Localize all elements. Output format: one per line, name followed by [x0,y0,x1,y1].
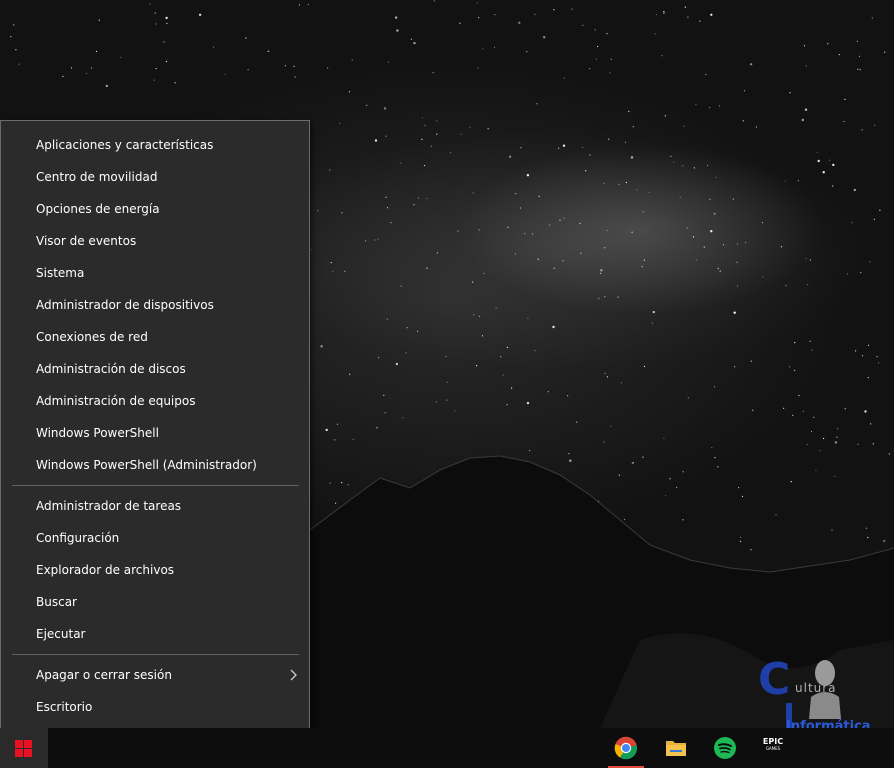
menu-item-administrador-de-tareas[interactable]: Administrador de tareas [2,490,308,522]
menu-item-label: Administración de equipos [36,394,196,408]
menu-item-ejecutar[interactable]: Ejecutar [2,618,308,650]
menu-item-visor-de-eventos[interactable]: Visor de eventos [2,225,308,257]
start-button[interactable] [0,728,48,768]
menu-item-label: Ejecutar [36,627,86,641]
menu-item-buscar[interactable]: Buscar [2,586,308,618]
watermark-face-icon [809,660,841,719]
taskbar: EPIC GAMES [0,728,894,768]
menu-item-label: Administrador de tareas [36,499,182,513]
menu-item-label: Opciones de energía [36,202,160,216]
spotify-icon [714,737,736,759]
menu-item-label: Windows PowerShell [36,426,159,440]
menu-separator [12,654,299,655]
menu-item-windows-powershell[interactable]: Windows PowerShell [2,417,308,449]
menu-item-label: Escritorio [36,700,93,714]
menu-item-label: Sistema [36,266,85,280]
menu-item-label: Visor de eventos [36,234,137,248]
winx-context-menu: Aplicaciones y características Centro de … [0,120,310,733]
epic-label: EPIC [762,737,784,746]
chevron-right-icon [290,669,297,681]
menu-separator [12,485,299,486]
menu-item-windows-powershell-administrador[interactable]: Windows PowerShell (Administrador) [2,449,308,481]
watermark-letter: C [758,654,791,705]
windows-logo-icon [15,740,32,757]
menu-item-aplicaciones-y-caracteristicas[interactable]: Aplicaciones y características [2,129,308,161]
menu-item-label: Apagar o cerrar sesión [36,668,172,682]
menu-item-explorador-de-archivos[interactable]: Explorador de archivos [2,554,308,586]
menu-item-administracion-de-equipos[interactable]: Administración de equipos [2,385,308,417]
menu-item-sistema[interactable]: Sistema [2,257,308,289]
folder-icon [666,741,686,756]
taskbar-app-spotify[interactable] [705,728,745,768]
menu-item-label: Configuración [36,531,120,545]
chrome-icon [614,736,638,760]
menu-item-label: Windows PowerShell (Administrador) [36,458,257,472]
taskbar-app-chrome[interactable] [606,728,646,768]
taskbar-app-epic-games[interactable]: EPIC GAMES [753,728,793,768]
menu-item-label: Conexiones de red [36,330,148,344]
taskbar-app-file-explorer[interactable] [656,728,696,768]
menu-item-label: Buscar [36,595,77,609]
menu-item-label: Administrador de dispositivos [36,298,214,312]
menu-item-label: Centro de movilidad [36,170,158,184]
epic-games-icon: EPIC GAMES [761,737,785,751]
menu-item-conexiones-de-red[interactable]: Conexiones de red [2,321,308,353]
menu-item-label: Administración de discos [36,362,186,376]
menu-item-escritorio[interactable]: Escritorio [2,691,308,723]
menu-item-administrador-de-dispositivos[interactable]: Administrador de dispositivos [2,289,308,321]
menu-item-label: Aplicaciones y características [36,138,214,152]
menu-item-centro-de-movilidad[interactable]: Centro de movilidad [2,161,308,193]
menu-item-opciones-de-energia[interactable]: Opciones de energía [2,193,308,225]
epic-sublabel: GAMES [765,746,781,751]
menu-item-configuracion[interactable]: Configuración [2,522,308,554]
menu-item-administracion-de-discos[interactable]: Administración de discos [2,353,308,385]
menu-item-apagar-o-cerrar-sesion[interactable]: Apagar o cerrar sesión [2,659,308,691]
menu-item-label: Explorador de archivos [36,563,175,577]
